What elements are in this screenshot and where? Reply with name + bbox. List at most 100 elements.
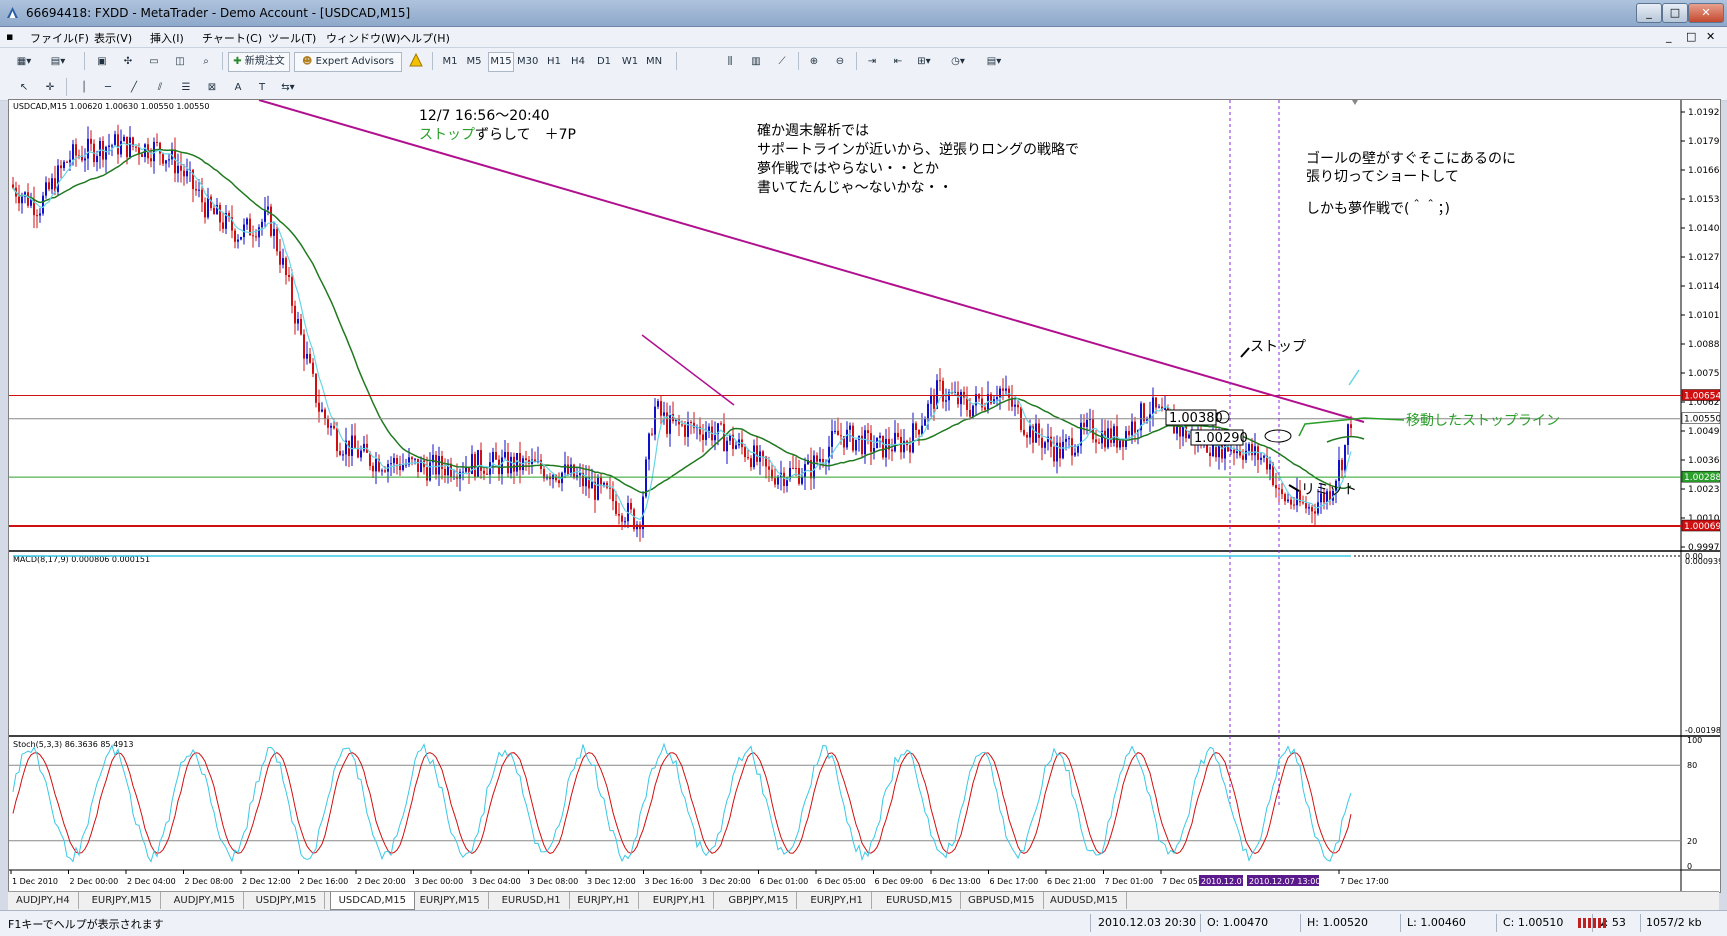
annotation-goal-3: しかも夢作戦で(＾＾；): [1306, 201, 1450, 217]
chart-canvas[interactable]: 1.01925 1.01795 1.01665 1.01535 1.01405 1.012…: [9, 100, 1720, 892]
close-button[interactable]: ✕: [1688, 3, 1724, 23]
chart-tab[interactable]: AUDJPY,H4: [8, 892, 79, 909]
candle-body: [774, 478, 776, 485]
zoom-in-icon[interactable]: ⊕: [804, 52, 824, 72]
tf-mn[interactable]: MN: [644, 52, 664, 72]
navigator-icon[interactable]: ✣: [118, 52, 138, 72]
terminal-icon[interactable]: ▭: [144, 52, 164, 72]
menu-file[interactable]: ファイル(F): [30, 30, 89, 46]
minimize-button[interactable]: _: [1636, 3, 1662, 23]
maximize-button[interactable]: □: [1662, 3, 1688, 23]
candle-body: [972, 405, 974, 417]
candle-body: [57, 165, 59, 192]
arrows-icon[interactable]: ⇆▾: [278, 78, 298, 98]
tf-h1[interactable]: H1: [544, 52, 564, 72]
chart-shift-icon[interactable]: ⇤: [888, 52, 908, 72]
time-tick-label: 3 Dec 04:00: [472, 877, 521, 886]
crosshair-icon[interactable]: ✛: [40, 78, 60, 98]
tf-m1[interactable]: M1: [440, 52, 460, 72]
fibonacci-icon[interactable]: ☰: [176, 78, 196, 98]
tf-m5[interactable]: M5: [464, 52, 484, 72]
line-chart-icon[interactable]: ⟋: [772, 52, 792, 72]
bar-chart-icon[interactable]: ⫼: [720, 52, 740, 72]
templates-icon[interactable]: ▤▾: [984, 52, 1004, 72]
candle-body: [897, 432, 899, 437]
candle-body: [60, 165, 62, 169]
chart-tab[interactable]: USDJPY,M15: [248, 892, 326, 909]
candle-body: [1260, 457, 1262, 460]
candle-body: [981, 398, 983, 408]
candle-body: [1131, 421, 1133, 436]
menu-insert[interactable]: 挿入(I): [150, 30, 184, 46]
chart-tab[interactable]: EURJPY,M15: [412, 892, 489, 909]
chart-tab[interactable]: EURJPY,H1: [802, 892, 872, 909]
chart-tab[interactable]: EURUSD,M15: [878, 892, 962, 909]
stoch-axis-label: 100: [1687, 736, 1702, 745]
candle-body: [486, 473, 488, 475]
candle-body: [48, 182, 50, 190]
candle-body: [1269, 464, 1271, 470]
child-close-button[interactable]: ✕: [1706, 30, 1715, 43]
stop-line-tag-label: 1.00288: [1684, 473, 1720, 483]
candle-body: [693, 422, 695, 429]
horizontal-line-icon[interactable]: ─: [98, 78, 118, 98]
new-chart-icon[interactable]: ▦▾: [14, 52, 34, 72]
gann-icon[interactable]: ⊠: [202, 78, 222, 98]
search-icon[interactable]: ⌕: [196, 52, 216, 72]
tf-m30[interactable]: M30: [516, 52, 539, 72]
chart-tab[interactable]: EURUSD,H1: [494, 892, 570, 909]
candle-chart-icon[interactable]: ▥: [746, 52, 766, 72]
candle-body: [327, 418, 329, 428]
candle-body: [117, 134, 119, 155]
candle-body: [135, 146, 137, 148]
tf-h4[interactable]: H4: [568, 52, 588, 72]
menu-help[interactable]: ヘルプ(H): [400, 30, 450, 46]
candle-body: [756, 445, 758, 462]
text-icon[interactable]: A: [228, 78, 248, 98]
expert-advisors-button[interactable]: ☻ Expert Advisors: [294, 52, 402, 72]
chart-tab[interactable]: GBPUSD,M15: [960, 892, 1044, 909]
time-tick-label: 6 Dec 05:00: [817, 877, 866, 886]
chart-tab[interactable]: AUDJPY,M15: [166, 892, 244, 909]
text-label-icon[interactable]: T: [252, 78, 272, 98]
candle-body: [291, 276, 293, 306]
child-minimize-button[interactable]: _: [1666, 30, 1672, 43]
periods-icon[interactable]: ◷▾: [948, 52, 968, 72]
chart-tab[interactable]: AUDUSD,M15: [1042, 892, 1127, 909]
candle-body: [1341, 459, 1343, 471]
candle-body: [585, 477, 587, 487]
profiles-icon[interactable]: ▤▾: [48, 52, 68, 72]
chart-tab[interactable]: EURJPY,M15: [84, 892, 161, 909]
warning-icon[interactable]: [406, 52, 426, 72]
cursor-icon[interactable]: ↖: [14, 78, 34, 98]
tf-w1[interactable]: W1: [620, 52, 640, 72]
chart-window[interactable]: 1.01925 1.01795 1.01665 1.01535 1.01405 1.012…: [8, 99, 1721, 893]
chart-tab[interactable]: GBPJPY,M15: [720, 892, 798, 909]
channel-icon[interactable]: ⫽: [150, 78, 170, 98]
new-order-button[interactable]: ✚ 新規注文: [228, 52, 290, 72]
chart-tab[interactable]: EURJPY,H1: [569, 892, 639, 909]
candle-body: [651, 433, 653, 435]
zoom-out-icon[interactable]: ⊖: [830, 52, 850, 72]
trendline-icon[interactable]: ╱: [124, 78, 144, 98]
menu-tools[interactable]: ツール(T): [268, 30, 316, 46]
vertical-line-icon[interactable]: │: [74, 78, 94, 98]
candle-body: [426, 467, 428, 481]
candle-body: [597, 477, 599, 500]
candle-body: [111, 145, 113, 147]
autoscroll-icon[interactable]: ⇥: [862, 52, 882, 72]
menu-window[interactable]: ウィンドウ(W): [326, 30, 400, 46]
chart-tab[interactable]: USDCAD,M15: [329, 892, 416, 910]
candle-body: [909, 445, 911, 453]
market-watch-icon[interactable]: ▣: [92, 52, 112, 72]
menu-view[interactable]: 表示(V): [94, 30, 132, 46]
chart-tab[interactable]: EURJPY,H1: [645, 892, 715, 909]
indicators-icon[interactable]: ⊞▾: [914, 52, 934, 72]
tf-m15[interactable]: M15: [488, 52, 514, 72]
tf-d1[interactable]: D1: [594, 52, 614, 72]
tester-icon[interactable]: ◫: [170, 52, 190, 72]
child-restore-button[interactable]: □: [1686, 30, 1696, 43]
time-tick-label: 1 Dec 2010: [12, 877, 58, 886]
menu-chart[interactable]: チャート(C): [202, 30, 262, 46]
candle-body: [342, 454, 344, 456]
